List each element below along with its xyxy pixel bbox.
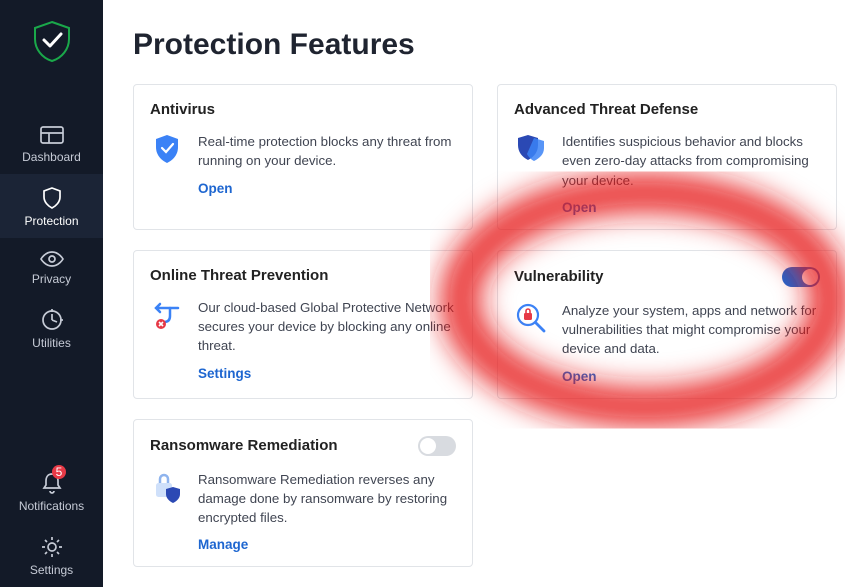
card-otp: Online Threat Prevention Our cloud-based… bbox=[133, 250, 473, 399]
manage-link[interactable]: Manage bbox=[198, 537, 456, 552]
magnifier-lock-icon bbox=[514, 301, 548, 335]
app-logo-shield bbox=[29, 18, 75, 64]
ransomware-toggle[interactable] bbox=[418, 436, 456, 456]
open-link[interactable]: Open bbox=[562, 369, 820, 384]
card-desc: Real-time protection blocks any threat f… bbox=[198, 132, 456, 171]
sidebar-item-protection[interactable]: Protection bbox=[0, 174, 103, 238]
sidebar-item-utilities[interactable]: Utilities bbox=[0, 296, 103, 360]
card-title: Ransomware Remediation bbox=[150, 437, 338, 454]
nav-label: Utilities bbox=[32, 336, 71, 350]
lock-shield-icon bbox=[150, 470, 184, 504]
sidebar-item-dashboard[interactable]: Dashboard bbox=[0, 112, 103, 174]
sidebar-item-settings[interactable]: Settings bbox=[0, 523, 103, 587]
open-link[interactable]: Open bbox=[198, 181, 456, 196]
card-antivirus: Antivirus Real-time protection blocks an… bbox=[133, 84, 473, 230]
page-title: Protection Features bbox=[133, 28, 845, 62]
nav-label: Privacy bbox=[32, 272, 71, 286]
utilities-icon bbox=[40, 308, 64, 332]
nav-label: Notifications bbox=[19, 499, 84, 513]
notifications-badge: 5 bbox=[52, 465, 66, 479]
card-title: Vulnerability bbox=[514, 268, 603, 285]
card-title: Advanced Threat Defense bbox=[514, 101, 698, 118]
main-content: Protection Features Antivirus Real-time … bbox=[103, 0, 845, 587]
settings-link[interactable]: Settings bbox=[198, 366, 456, 381]
feature-cards: Antivirus Real-time protection blocks an… bbox=[133, 84, 845, 567]
sidebar-item-privacy[interactable]: Privacy bbox=[0, 238, 103, 296]
sidebar-item-notifications[interactable]: 5 Notifications bbox=[0, 459, 103, 523]
antivirus-shield-icon bbox=[150, 132, 184, 166]
protection-icon bbox=[41, 186, 63, 210]
dashboard-icon bbox=[40, 124, 64, 146]
nav-label: Protection bbox=[24, 214, 78, 228]
card-desc: Identifies suspicious behavior and block… bbox=[562, 132, 820, 190]
open-link[interactable]: Open bbox=[562, 200, 820, 215]
card-title: Antivirus bbox=[150, 101, 215, 118]
gear-icon bbox=[40, 535, 64, 559]
atd-shields-icon bbox=[514, 132, 548, 166]
card-ransomware: Ransomware Remediation Ransomware Remedi… bbox=[133, 419, 473, 568]
nav-label: Settings bbox=[30, 563, 73, 577]
card-title: Online Threat Prevention bbox=[150, 267, 328, 284]
nav-label: Dashboard bbox=[22, 150, 81, 164]
fishing-hook-icon bbox=[150, 298, 184, 332]
card-vulnerability: Vulnerability Analyze your system, apps … bbox=[497, 250, 837, 399]
card-desc: Analyze your system, apps and network fo… bbox=[562, 301, 820, 359]
sidebar: Dashboard Protection Privacy Utilities bbox=[0, 0, 103, 587]
privacy-icon bbox=[39, 250, 65, 268]
card-atd: Advanced Threat Defense Identifies suspi… bbox=[497, 84, 837, 230]
card-desc: Ransomware Remediation reverses any dama… bbox=[198, 470, 456, 528]
card-desc: Our cloud-based Global Protective Networ… bbox=[198, 298, 456, 356]
vulnerability-toggle[interactable] bbox=[782, 267, 820, 287]
